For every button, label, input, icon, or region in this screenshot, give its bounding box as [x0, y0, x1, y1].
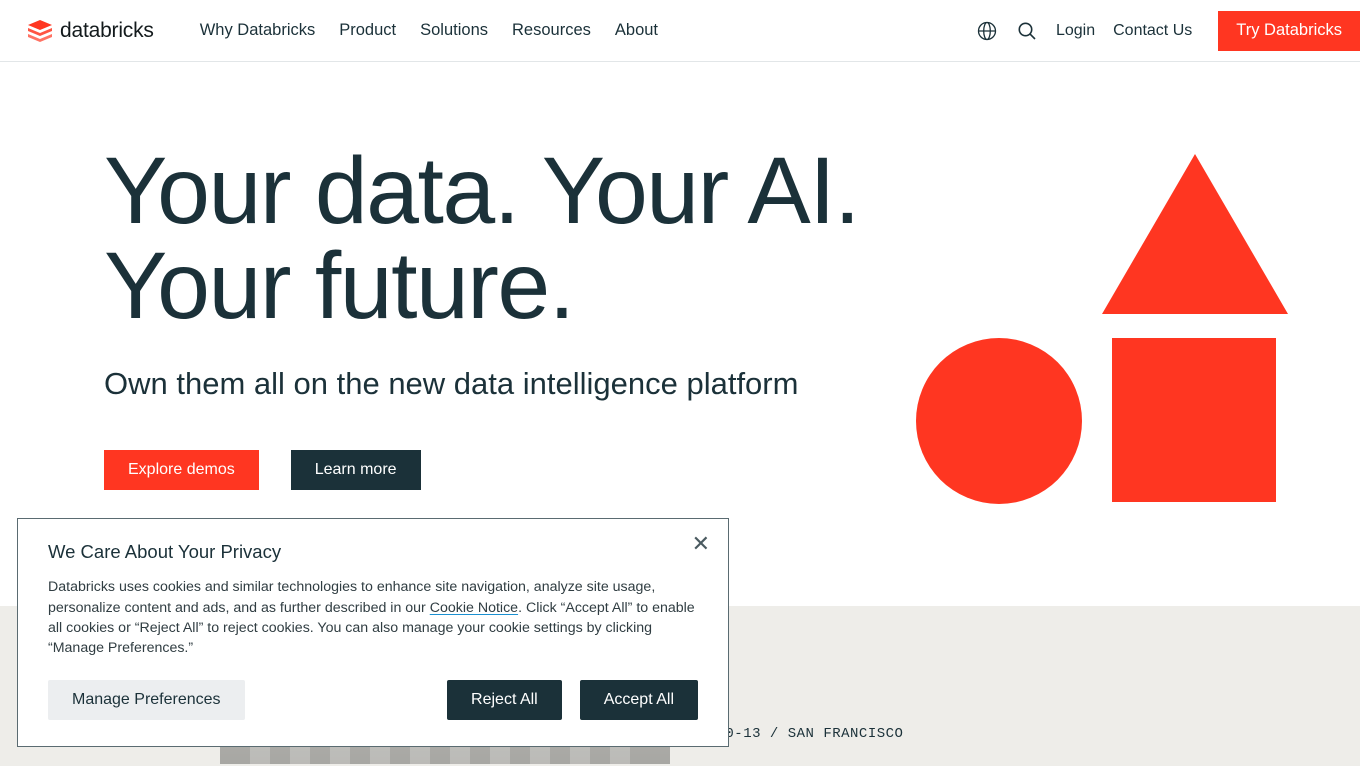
- brand-logo-icon: [28, 20, 52, 42]
- nav-about[interactable]: About: [615, 21, 658, 40]
- hero-title-line1: Your data. Your AI.: [104, 138, 859, 244]
- cookie-notice-link[interactable]: Cookie Notice: [430, 600, 518, 616]
- contact-link[interactable]: Contact Us: [1113, 22, 1192, 40]
- cookie-body: Databricks uses cookies and similar tech…: [48, 577, 698, 658]
- nav-why-databricks[interactable]: Why Databricks: [200, 21, 316, 40]
- login-link[interactable]: Login: [1056, 22, 1095, 40]
- manage-preferences-button[interactable]: Manage Preferences: [48, 680, 245, 720]
- nav-resources[interactable]: Resources: [512, 21, 591, 40]
- close-icon[interactable]: ✕: [692, 533, 710, 555]
- globe-icon[interactable]: [976, 20, 998, 42]
- brand-logo-text: databricks: [60, 19, 154, 43]
- site-header: databricks Why Databricks Product Soluti…: [0, 0, 1360, 62]
- cookie-buttons: Manage Preferences Reject All Accept All: [48, 680, 698, 720]
- primary-nav: Why Databricks Product Solutions Resourc…: [200, 21, 658, 40]
- hero-graphic: [916, 154, 1288, 504]
- cookie-consent-dialog: ✕ We Care About Your Privacy Databricks …: [17, 518, 729, 747]
- header-right: Login Contact Us Try Databricks: [976, 0, 1360, 61]
- nav-product[interactable]: Product: [339, 21, 396, 40]
- search-icon[interactable]: [1016, 20, 1038, 42]
- hero-title-line2: Your future.: [104, 233, 574, 339]
- hero-title: Your data. Your AI. Your future.: [104, 144, 904, 334]
- cookie-title: We Care About Your Privacy: [48, 541, 698, 563]
- circle-icon: [916, 338, 1082, 504]
- triangle-icon: [1102, 154, 1288, 314]
- brand-logo[interactable]: databricks: [28, 19, 154, 43]
- accept-all-button[interactable]: Accept All: [580, 680, 698, 720]
- learn-more-button[interactable]: Learn more: [291, 450, 421, 490]
- square-icon: [1112, 338, 1276, 502]
- try-databricks-button[interactable]: Try Databricks: [1218, 11, 1360, 51]
- explore-demos-button[interactable]: Explore demos: [104, 450, 259, 490]
- nav-solutions[interactable]: Solutions: [420, 21, 488, 40]
- reject-all-button[interactable]: Reject All: [447, 680, 562, 720]
